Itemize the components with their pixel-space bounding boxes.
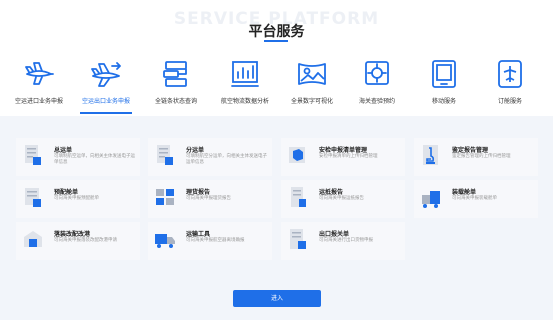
pre-manifest-icon (25, 188, 41, 207)
tab-mobile[interactable]: 移动服务 (414, 56, 474, 116)
transport-icon (155, 234, 175, 248)
card-title: 装载舱单 (452, 189, 477, 196)
tally-report-icon (156, 189, 174, 205)
card-title: 总运单 (54, 147, 73, 154)
tab-data-analysis[interactable]: 航空物流数据分析 (212, 56, 278, 116)
card-title: 安检申报清单管理 (319, 147, 368, 154)
tab-inspection[interactable]: 海关查验预约 (346, 56, 408, 116)
export-declaration-icon (290, 229, 306, 249)
card-description: 可向海关进行出口货物申报 (319, 238, 373, 243)
card-description: 安检申报清单的上传归档管理 (319, 154, 378, 159)
card-transport[interactable]: 运输工具 可向海关申报航空器离境确报 (148, 222, 272, 260)
panorama-icon (298, 63, 326, 85)
tablet-icon (432, 60, 456, 88)
tab-label: 全景数字可视化 (290, 98, 333, 105)
data-analysis-icon (231, 61, 259, 87)
service-card-grid: 总运单 可填制航空运单，向相关主体发送电子运单信息 分运单 可填制航空分运单，向… (0, 116, 553, 276)
house-waybill-icon (157, 145, 173, 165)
tab-air-export[interactable]: 空运出口业务申报 (74, 56, 138, 116)
tab-label: 航空物流数据分析 (220, 98, 269, 105)
card-description: 可向海关申报航空器离境确报 (186, 238, 245, 243)
card-title: 运抵报告 (319, 189, 344, 196)
card-title: 落装改配改港 (54, 231, 91, 238)
plane-out-icon (91, 62, 121, 87)
title-underline (264, 40, 288, 42)
card-pre-manifest[interactable]: 预配舱单 可向海关申报预配舱单 (16, 180, 140, 218)
card-appraisal-report[interactable]: 鉴定报告管理 鉴定报告管理的上传归档管理 (414, 138, 538, 176)
card-arrival-report[interactable]: 运抵报告 可向海关申报运抵报告 (281, 180, 405, 218)
card-title: 鉴定报告管理 (452, 147, 489, 154)
security-list-icon (289, 147, 305, 163)
card-export-declaration[interactable]: 出口报关单 可向海关进行出口货物申报 (281, 222, 405, 260)
card-title: 运输工具 (186, 231, 211, 238)
card-master-waybill[interactable]: 总运单 可填制航空运单，向相关主体发送电子运单信息 (16, 138, 140, 176)
plane-in-icon (25, 62, 54, 85)
tab-label: 移动服务 (431, 98, 456, 105)
tab-label: 空运出口业务申报 (81, 98, 130, 105)
card-title: 理货报告 (186, 189, 211, 196)
card-description: 可向海关申报落装改配改港申请 (54, 238, 117, 243)
card-description: 鉴定报告管理的上传归档管理 (452, 154, 511, 159)
enter-button[interactable]: 进入 (233, 290, 321, 307)
card-tally-report[interactable]: 理货报告 可向海关申报理货报告 (148, 180, 272, 218)
service-tabs: 空运进口业务申报 空运出口业务申报 全链条状态查询 航空物流数据分析 全景数字可… (0, 56, 553, 116)
inspection-icon (365, 61, 389, 85)
page-title: 平台服务 (248, 24, 305, 40)
master-waybill-icon (25, 145, 41, 165)
card-title: 出口报关单 (319, 231, 350, 238)
card-reassign[interactable]: 落装改配改港 可向海关申报落装改配改港申请 (16, 222, 140, 260)
tab-label: 订舱服务 (497, 98, 522, 105)
card-description: 可向海关申报装载舱单 (452, 196, 497, 201)
tab-label: 全链条状态查询 (154, 98, 197, 105)
tab-label: 海关查验预约 (358, 98, 395, 105)
card-description: 可填制航空分运单，向相关主体发送电子运单信息 (186, 154, 267, 165)
card-title: 分运单 (186, 147, 205, 154)
tab-booking[interactable]: 订舱服务 (480, 56, 540, 116)
card-title: 预配舱单 (54, 189, 79, 196)
loading-manifest-icon (422, 191, 440, 208)
card-description: 可向海关申报运抵报告 (319, 196, 364, 201)
tab-panorama[interactable]: 全景数字可视化 (280, 56, 344, 116)
card-loading-manifest[interactable]: 装载舱单 可向海关申报装载舱单 (414, 180, 538, 218)
tab-air-import[interactable]: 空运进口业务申报 (8, 56, 70, 116)
card-house-waybill[interactable]: 分运单 可填制航空分运单，向相关主体发送电子运单信息 (148, 138, 272, 176)
card-description: 可向海关申报预配舱单 (54, 196, 99, 201)
booking-icon (498, 60, 522, 88)
card-description: 可向海关申报理货报告 (186, 196, 231, 201)
card-security-list[interactable]: 安检申报清单管理 安检申报清单的上传归档管理 (281, 138, 405, 176)
tab-chain-status[interactable]: 全链条状态查询 (144, 56, 208, 116)
reassign-icon (24, 231, 42, 247)
top-panel: SERVICE PLATFORM 平台服务 空运进口业务申报 空运出口业务申报 … (0, 0, 553, 116)
tab-label: 空运进口业务申报 (14, 98, 63, 105)
chain-status-icon (163, 61, 187, 87)
card-description: 可填制航空运单，向相关主体发送电子运单信息 (54, 154, 135, 165)
appraisal-report-icon (423, 145, 438, 165)
active-tab-indicator (80, 112, 132, 114)
arrival-report-icon (291, 187, 306, 207)
